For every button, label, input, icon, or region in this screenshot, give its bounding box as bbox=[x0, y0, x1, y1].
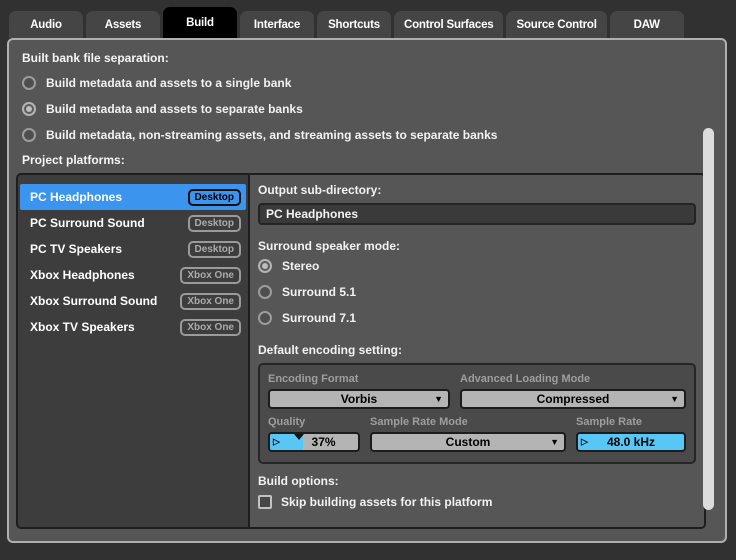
build-preferences-panel: Built bank file separation: Build metada… bbox=[7, 38, 727, 543]
radio-option-label: Build metadata and assets to separate ba… bbox=[46, 102, 303, 116]
platform-type-badge: Xbox One bbox=[180, 267, 241, 284]
output-subdirectory-value: PC Headphones bbox=[266, 207, 358, 221]
platform-row-pc-headphones[interactable]: PC Headphones Desktop bbox=[20, 184, 246, 210]
project-platforms-heading: Project platforms: bbox=[22, 153, 125, 167]
platform-row-pc-surround-sound[interactable]: PC Surround Sound Desktop bbox=[20, 210, 246, 236]
radio-button-icon[interactable] bbox=[22, 128, 36, 142]
tab-source-control[interactable]: Source Control bbox=[506, 11, 606, 38]
radio-option-label: Build metadata and assets to a single ba… bbox=[46, 76, 291, 90]
encoding-format-label: Encoding Format bbox=[268, 373, 450, 385]
surround-mode-radio-group: Stereo Surround 5.1 Surround 7.1 bbox=[258, 253, 696, 331]
sample-rate-mode-label: Sample Rate Mode bbox=[370, 416, 566, 428]
advanced-loading-mode-dropdown[interactable]: Compressed ▼ bbox=[460, 389, 686, 409]
platform-type-badge: Desktop bbox=[188, 241, 241, 258]
radio-button-icon[interactable] bbox=[22, 76, 36, 90]
output-subdirectory-label: Output sub-directory: bbox=[258, 183, 696, 197]
radio-option-stereo[interactable]: Stereo bbox=[258, 253, 696, 279]
sample-rate-mode-dropdown[interactable]: Custom ▼ bbox=[370, 432, 566, 452]
radio-option-build-metadata-and-assets-to-separate-banks[interactable]: Build metadata and assets to separate ba… bbox=[22, 96, 695, 122]
radio-option-label: Surround 5.1 bbox=[282, 285, 356, 299]
sample-rate-mode-value: Custom bbox=[446, 435, 491, 449]
tab-label: Shortcuts bbox=[328, 19, 380, 31]
encoding-format-value: Vorbis bbox=[341, 392, 377, 406]
skip-building-assets-checkbox[interactable] bbox=[258, 495, 272, 509]
platform-row-xbox-headphones[interactable]: Xbox Headphones Xbox One bbox=[20, 262, 246, 288]
advanced-loading-mode-value: Compressed bbox=[537, 392, 610, 406]
platform-settings-panel: Output sub-directory: PC Headphones Surr… bbox=[248, 175, 704, 527]
platform-name: PC TV Speakers bbox=[30, 242, 122, 256]
radio-option-surround-7-1[interactable]: Surround 7.1 bbox=[258, 305, 696, 331]
platform-name: Xbox Surround Sound bbox=[30, 294, 157, 308]
play-marker-icon: ▷ bbox=[581, 436, 588, 447]
platform-row-xbox-surround-sound[interactable]: Xbox Surround Sound Xbox One bbox=[20, 288, 246, 314]
tab-label: DAW bbox=[634, 19, 660, 31]
skip-building-assets-option[interactable]: Skip building assets for this platform bbox=[258, 493, 696, 511]
platform-type-badge: Xbox One bbox=[180, 293, 241, 310]
play-marker-icon: ▷ bbox=[273, 436, 280, 447]
default-encoding-panel: Encoding Format Vorbis ▼ Advanced Loadin… bbox=[258, 363, 696, 464]
vertical-scrollbar-thumb[interactable] bbox=[703, 128, 714, 510]
bank-separation-radio-group: Build metadata and assets to a single ba… bbox=[22, 70, 695, 148]
radio-option-build-metadata-non-streaming-assets-and-streaming-assets-to-separate-banks[interactable]: Build metadata, non-streaming assets, an… bbox=[22, 122, 695, 148]
platform-list: PC Headphones Desktop PC Surround Sound Des… bbox=[18, 175, 248, 527]
encoding-setting-label: Default encoding setting: bbox=[258, 343, 696, 357]
radio-button-icon[interactable] bbox=[258, 311, 272, 325]
platform-name: PC Surround Sound bbox=[30, 216, 145, 230]
preferences-tab-bar: Audio Assets Build Interface Shortcuts Contro… bbox=[0, 0, 736, 38]
platform-name: Xbox Headphones bbox=[30, 268, 135, 282]
chevron-down-icon: ▼ bbox=[434, 394, 443, 404]
output-subdirectory-input[interactable]: PC Headphones bbox=[258, 203, 696, 225]
platform-name: Xbox TV Speakers bbox=[30, 320, 135, 334]
project-platforms-panel: PC Headphones Desktop PC Surround Sound Des… bbox=[16, 173, 706, 529]
radio-button-icon[interactable] bbox=[258, 259, 272, 273]
build-options-label: Build options: bbox=[258, 474, 696, 488]
tab-label: Build bbox=[186, 17, 214, 29]
advanced-loading-mode-label: Advanced Loading Mode bbox=[460, 373, 686, 385]
radio-option-label: Build metadata, non-streaming assets, an… bbox=[46, 128, 497, 142]
tab-interface[interactable]: Interface bbox=[240, 11, 314, 38]
sample-rate-dial[interactable]: ▷ 48.0 kHz bbox=[576, 432, 686, 452]
tab-label: Interface bbox=[254, 19, 300, 31]
tab-build[interactable]: Build bbox=[163, 7, 237, 38]
chevron-down-icon: ▼ bbox=[670, 394, 679, 404]
bank-separation-heading: Built bank file separation: bbox=[22, 51, 169, 65]
tab-daw[interactable]: DAW bbox=[610, 11, 684, 38]
platform-row-pc-tv-speakers[interactable]: PC TV Speakers Desktop bbox=[20, 236, 246, 262]
quality-slider[interactable]: ▷ 37% bbox=[268, 432, 360, 452]
tab-assets[interactable]: Assets bbox=[86, 11, 160, 38]
encoding-format-dropdown[interactable]: Vorbis ▼ bbox=[268, 389, 450, 409]
radio-button-icon[interactable] bbox=[22, 102, 36, 116]
surround-mode-label: Surround speaker mode: bbox=[258, 239, 696, 253]
chevron-down-icon: ▼ bbox=[550, 437, 559, 447]
skip-building-assets-checkbox-label: Skip building assets for this platform bbox=[281, 495, 492, 509]
tab-label: Audio bbox=[30, 19, 62, 31]
platform-type-badge: Desktop bbox=[188, 189, 241, 206]
radio-option-surround-5-1[interactable]: Surround 5.1 bbox=[258, 279, 696, 305]
quality-value: 37% bbox=[303, 434, 336, 450]
platform-type-badge: Xbox One bbox=[180, 319, 241, 336]
radio-option-build-metadata-and-assets-to-a-single-bank[interactable]: Build metadata and assets to a single ba… bbox=[22, 70, 695, 96]
tab-control-surfaces[interactable]: Control Surfaces bbox=[394, 11, 503, 38]
radio-option-label: Stereo bbox=[282, 259, 319, 273]
platform-row-xbox-tv-speakers[interactable]: Xbox TV Speakers Xbox One bbox=[20, 314, 246, 340]
platform-name: PC Headphones bbox=[30, 190, 122, 204]
tab-audio[interactable]: Audio bbox=[9, 11, 83, 38]
radio-option-label: Surround 7.1 bbox=[282, 311, 356, 325]
tab-label: Source Control bbox=[516, 19, 596, 31]
radio-button-icon[interactable] bbox=[258, 285, 272, 299]
sample-rate-value: 48.0 kHz bbox=[607, 435, 655, 449]
sample-rate-label: Sample Rate bbox=[576, 416, 686, 428]
tab-shortcuts[interactable]: Shortcuts bbox=[317, 11, 391, 38]
quality-label: Quality bbox=[268, 416, 360, 428]
tab-label: Control Surfaces bbox=[404, 19, 493, 31]
tab-label: Assets bbox=[105, 19, 142, 31]
platform-type-badge: Desktop bbox=[188, 215, 241, 232]
